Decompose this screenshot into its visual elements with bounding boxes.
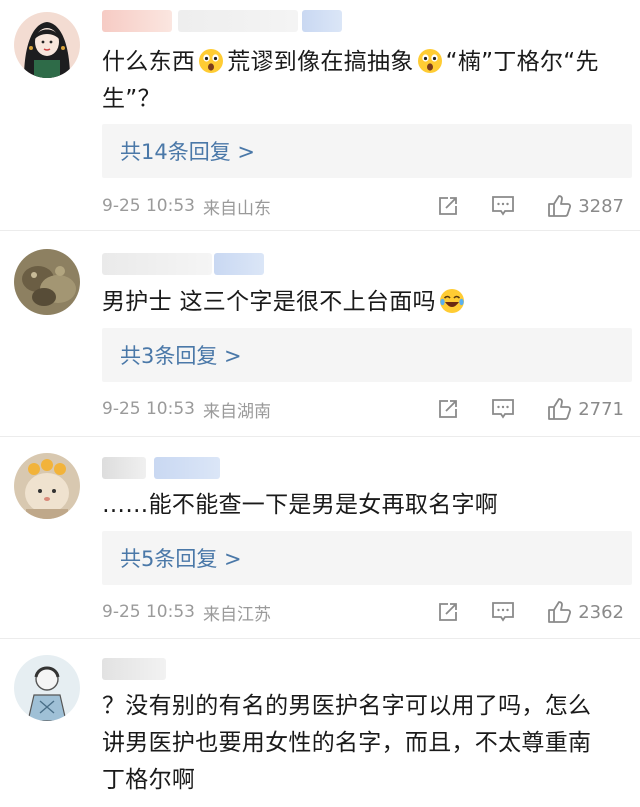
tears-of-joy-emoji bbox=[439, 288, 465, 314]
like-button[interactable]: 3287 bbox=[546, 193, 624, 219]
share-button[interactable] bbox=[436, 600, 460, 624]
like-button[interactable]: 2362 bbox=[546, 599, 624, 625]
username-blurred[interactable] bbox=[102, 253, 264, 275]
avatar[interactable] bbox=[14, 12, 80, 78]
like-count: 3287 bbox=[578, 195, 624, 217]
share-button[interactable] bbox=[436, 194, 460, 218]
comment-text: ……能不能查一下是男是女再取名字啊 bbox=[102, 492, 499, 518]
comment-location: 来自山东 bbox=[202, 198, 271, 219]
reply-count-label: 共3条回复 > bbox=[120, 344, 242, 368]
shocked-face-emoji bbox=[417, 48, 443, 74]
comment-button[interactable] bbox=[490, 397, 516, 421]
avatar[interactable] bbox=[14, 453, 80, 519]
comment-location: 来自湖南 bbox=[202, 401, 271, 422]
share-icon bbox=[439, 603, 458, 621]
username-blurred[interactable] bbox=[102, 457, 220, 479]
comment-location: 来自江苏 bbox=[202, 604, 271, 625]
comment-time: 9-25 10:53 bbox=[102, 196, 195, 216]
comment-time: 9-25 10:53 bbox=[102, 399, 195, 419]
reply-count-label: 共5条回复 > bbox=[120, 547, 242, 571]
username-blurred[interactable] bbox=[102, 10, 342, 32]
thumbs-up-icon bbox=[548, 398, 572, 420]
comment-text: 什么东西 荒谬到像在搞抽象 “楠”丁格尔“先生”？ bbox=[102, 48, 599, 112]
reply-count-label: 共14条回复 > bbox=[120, 140, 255, 164]
comment-time: 9-25 10:53 bbox=[102, 602, 195, 622]
like-button[interactable]: 2771 bbox=[546, 396, 624, 422]
comment-text: 男护士 这三个字是很不上台面吗 bbox=[102, 284, 610, 321]
comment-icon bbox=[492, 602, 515, 622]
comment-button[interactable] bbox=[490, 600, 516, 624]
username-blurred[interactable] bbox=[102, 658, 166, 680]
comment-item: 男护士 这三个字是很不上台面吗 共3条回复 > 9-25 10:53 来自湖南 … bbox=[0, 231, 640, 431]
avatar[interactable] bbox=[14, 249, 80, 315]
shocked-face-emoji bbox=[198, 48, 224, 74]
view-replies-button[interactable]: 共5条回复 > bbox=[102, 531, 632, 585]
comment-item: ……能不能查一下是男是女再取名字啊 共5条回复 > 9-25 10:53 来自江… bbox=[0, 437, 640, 635]
like-count: 2771 bbox=[578, 398, 624, 420]
share-icon bbox=[439, 197, 458, 215]
view-replies-button[interactable]: 共3条回复 > bbox=[102, 328, 632, 382]
comment-item: ？没有别的有名的男医护名字可以用了吗，怎么讲男医护也要用女性的名字，而且，不太尊… bbox=[0, 639, 640, 807]
comment-icon bbox=[492, 399, 515, 419]
like-count: 2362 bbox=[578, 601, 624, 623]
comment-item: 什么东西 荒谬到像在搞抽象 “楠”丁格尔“先生”？ 共14条回复 > 9-25 10… bbox=[0, 0, 640, 219]
comment-icon bbox=[492, 196, 515, 216]
share-icon bbox=[439, 400, 458, 418]
comment-button[interactable] bbox=[490, 194, 516, 218]
comment-text: ？没有别的有名的男医护名字可以用了吗，怎么讲男医护也要用女性的名字，而且，不太尊… bbox=[102, 693, 592, 793]
view-replies-button[interactable]: 共14条回复 > bbox=[102, 124, 632, 178]
thumbs-up-icon bbox=[548, 195, 572, 217]
thumbs-up-icon bbox=[548, 601, 572, 623]
avatar[interactable] bbox=[14, 655, 80, 721]
share-button[interactable] bbox=[436, 397, 460, 421]
